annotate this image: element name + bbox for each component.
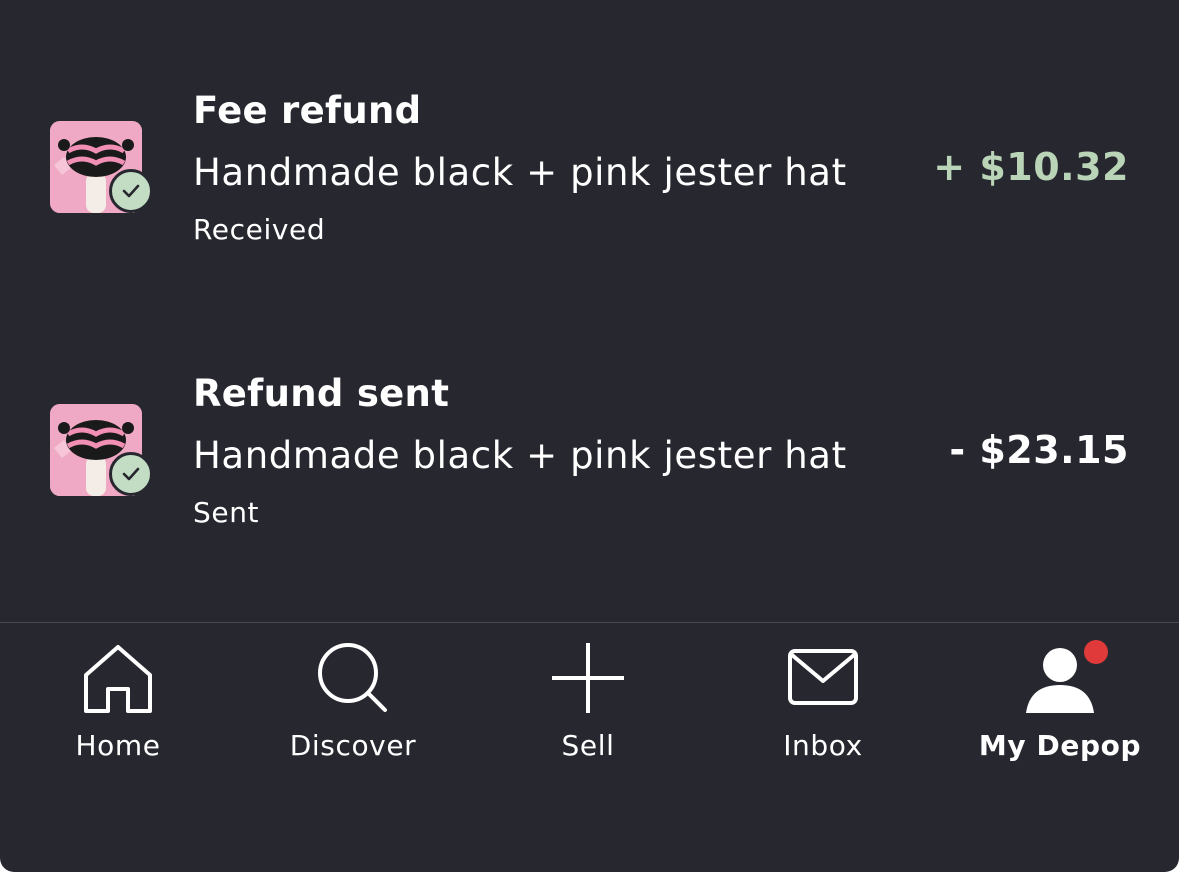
notification-dot <box>1084 640 1108 664</box>
tab-label: Home <box>75 729 161 762</box>
mail-icon <box>783 639 863 719</box>
transaction-title: Refund sent <box>193 372 450 415</box>
transaction-row-refund-sent[interactable]: Refund sent Handmade black + pink jester… <box>0 368 1179 548</box>
tab-my-depop[interactable]: My Depop <box>960 623 1160 783</box>
transaction-title: Fee refund <box>193 89 422 132</box>
tab-label: My Depop <box>978 729 1142 762</box>
check-icon <box>122 467 140 481</box>
check-badge <box>109 169 153 213</box>
transaction-row-fee-refund[interactable]: Fee refund Handmade black + pink jester … <box>0 85 1179 265</box>
transaction-amount: + $10.32 <box>933 145 1129 189</box>
tab-discover[interactable]: Discover <box>253 623 453 783</box>
transaction-amount: - $23.15 <box>949 428 1129 472</box>
tab-label: Inbox <box>783 729 863 762</box>
tab-label: Sell <box>561 729 615 762</box>
transaction-description: Handmade black + pink jester hat <box>193 151 847 194</box>
transaction-status: Received <box>193 213 326 246</box>
tab-sell[interactable]: Sell <box>488 623 688 783</box>
transaction-description: Handmade black + pink jester hat <box>193 434 847 477</box>
check-badge <box>109 452 153 496</box>
tab-inbox[interactable]: Inbox <box>723 623 923 783</box>
home-icon <box>78 639 158 719</box>
transactions-screen: Fee refund Handmade black + pink jester … <box>0 0 1179 872</box>
transaction-status: Sent <box>193 496 260 529</box>
tab-home[interactable]: Home <box>18 623 218 783</box>
tab-label: Discover <box>289 729 417 762</box>
bottom-tab-bar: Home Discover Sell Inbox My Depop <box>0 622 1179 872</box>
check-icon <box>122 184 140 198</box>
plus-icon <box>548 639 628 719</box>
search-icon <box>313 639 393 719</box>
